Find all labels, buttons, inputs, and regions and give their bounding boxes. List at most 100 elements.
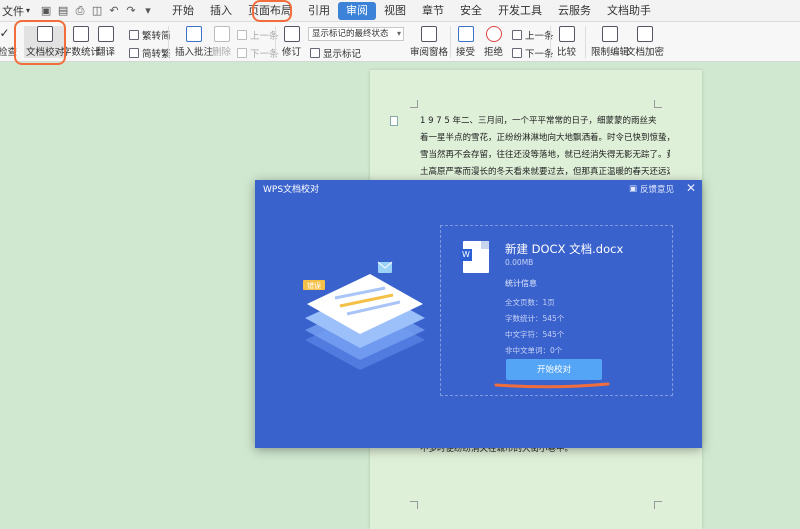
next-change-button[interactable]: 下一条 [512,46,554,60]
trad-to-simp-button[interactable]: 繁转简 [129,28,171,42]
file-name: 新建 DOCX 文档.docx [505,242,624,256]
tab-chapter[interactable]: 章节 [414,2,452,20]
insert-comment-button[interactable]: 插入批注 [175,26,213,58]
stat-chinese-chars: 中文字符：545个 [505,330,565,339]
close-icon[interactable]: ✕ [686,181,696,195]
reject-button[interactable]: 拒绝 [484,26,503,58]
file-menu-label: 文件 [2,4,24,18]
quick-access-toolbar: ▣ ▤ ⎙ ◫ ↶ ↷ ▾ [36,4,164,18]
next-comment-icon [237,48,247,58]
undo-icon[interactable]: ↶ [108,4,120,17]
dialog-title: WPS文档校对 [263,185,320,195]
word-count-button[interactable]: 字数统计 [62,26,100,58]
translate-button[interactable]: 翻译 [96,26,115,58]
review-pane-button[interactable]: 审阅窗格 [410,26,448,58]
more-icon[interactable]: ▾ [142,4,154,17]
comment-icon [186,26,202,42]
menu-bar: 文件 ▾ ▣ ▤ ⎙ ◫ ↶ ↷ ▾ 开始 插入 页面布局 引用 审阅 视图 章… [0,0,800,22]
next-comment-button[interactable]: 下一条 [237,46,279,60]
print-preview-icon[interactable]: ◫ [91,4,103,17]
trad-to-simp-label: 繁转简 [142,31,171,42]
print-icon[interactable]: ⎙ [74,4,86,18]
insert-comment-label: 插入批注 [175,47,214,58]
paragraph-handle-icon[interactable] [390,116,398,126]
divider [275,26,276,58]
document-line: 着一星半点的雪花，正纷纷淋淋地向大地飘洒着。时令已快到惊蛰， [420,133,670,143]
translate-label: 翻译 [96,47,116,58]
doc-proofread-label: 文档校对 [26,47,65,58]
reject-label: 拒绝 [484,47,504,58]
translate-icon [97,26,114,42]
check-button[interactable]: ✓ 检查 [0,26,17,58]
tab-doc-assistant[interactable]: 文档助手 [599,2,659,20]
show-markup-button[interactable]: 显示标记 [310,46,361,60]
simp-to-trad-button[interactable]: 简转繁 [129,46,171,60]
document-stack-illustration: 错误 [303,261,425,370]
delete-comment-icon [213,26,230,42]
doc-encrypt-label: 文档加密 [626,47,665,58]
tab-cloud-service[interactable]: 云服务 [550,2,599,20]
save-icon[interactable]: ▣ [40,4,52,17]
divider [168,26,169,58]
tab-page-layout[interactable]: 页面布局 [240,2,300,20]
word-count-icon [73,26,89,42]
doc-encrypt-button[interactable]: 文档加密 [626,26,664,58]
next-change-icon [512,48,522,58]
feedback-link[interactable]: ▣ 反馈意见 [629,183,674,195]
tab-references[interactable]: 引用 [300,2,338,20]
document-line: 雪当然再不会存留，往往还没等落地，就已经消失得无影无踪了。黄 [420,150,670,160]
tab-view[interactable]: 视图 [376,2,414,20]
start-proofread-button[interactable]: 开始校对 [506,359,602,380]
tab-insert[interactable]: 插入 [202,2,240,20]
stat-word-count: 字数统计：545个 [505,314,565,323]
prev-comment-icon [237,30,247,40]
file-size: 0.00MB [505,258,534,267]
page-corner-mark [410,100,418,108]
proofread-dialog: WPS文档校对 ▣ 反馈意见 ✕ 错误 W 新建 DOCX 文档.docx 0.… [255,180,702,448]
tab-home[interactable]: 开始 [164,2,202,20]
prev-comment-button[interactable]: 上一条 [237,28,279,42]
show-markup-icon [310,48,320,58]
accept-button[interactable]: 接受 [456,26,475,58]
page-corner-mark [654,501,662,509]
simp-to-trad-label: 简转繁 [142,49,171,60]
doc-proofread-button[interactable]: 文档校对 [24,26,67,58]
feedback-icon: ▣ [628,184,637,194]
check-label: 检查 [0,47,18,58]
restrict-editing-button[interactable]: 限制编辑 [591,26,629,58]
file-menu[interactable]: 文件 ▾ [0,3,36,19]
show-markup-label: 显示标记 [323,49,362,60]
tab-security[interactable]: 安全 [452,2,490,20]
simp-to-trad-icon [129,48,139,58]
prev-change-icon [512,30,522,40]
feedback-label: 反馈意见 [639,185,674,195]
accept-icon [457,26,474,42]
export-pdf-icon[interactable]: ▤ [57,4,69,17]
restrict-editing-icon [602,26,618,42]
spell-check-icon: ✓ [0,26,10,40]
markup-state-select[interactable]: 显示标记的最终状态 [308,27,404,41]
document-line: 土高原严寒而漫长的冬天看来就要过去，但那真正温暖的春天还远远 [420,167,670,177]
lock-icon [637,26,653,42]
divider [450,26,451,58]
accept-label: 接受 [456,47,476,58]
review-pane-label: 审阅窗格 [410,47,449,58]
trad-to-simp-icon [129,30,139,40]
revise-button[interactable]: 修订 [282,26,301,58]
markup-state-value: 显示标记的最终状态 [312,29,389,39]
delete-comment-button[interactable]: 删除 [212,26,231,58]
tab-developer[interactable]: 开发工具 [490,2,550,20]
prev-change-button[interactable]: 上一条 [512,28,554,42]
tab-review[interactable]: 审阅 [338,1,377,20]
delete-label: 删除 [212,47,232,58]
restrict-editing-label: 限制编辑 [591,47,630,58]
stat-pages: 全文页数：1页 [505,298,555,307]
chevron-down-icon: ▾ [26,6,31,15]
file-info-panel: W 新建 DOCX 文档.docx 0.00MB 统计信息 全文页数：1页 字数… [440,225,673,396]
reject-icon [485,26,502,42]
docx-file-icon: W [460,241,489,273]
word-count-label: 字数统计 [62,47,101,58]
page-corner-mark [410,501,418,509]
redo-icon[interactable]: ↷ [125,4,137,17]
compare-button[interactable]: 比较 [557,26,576,58]
